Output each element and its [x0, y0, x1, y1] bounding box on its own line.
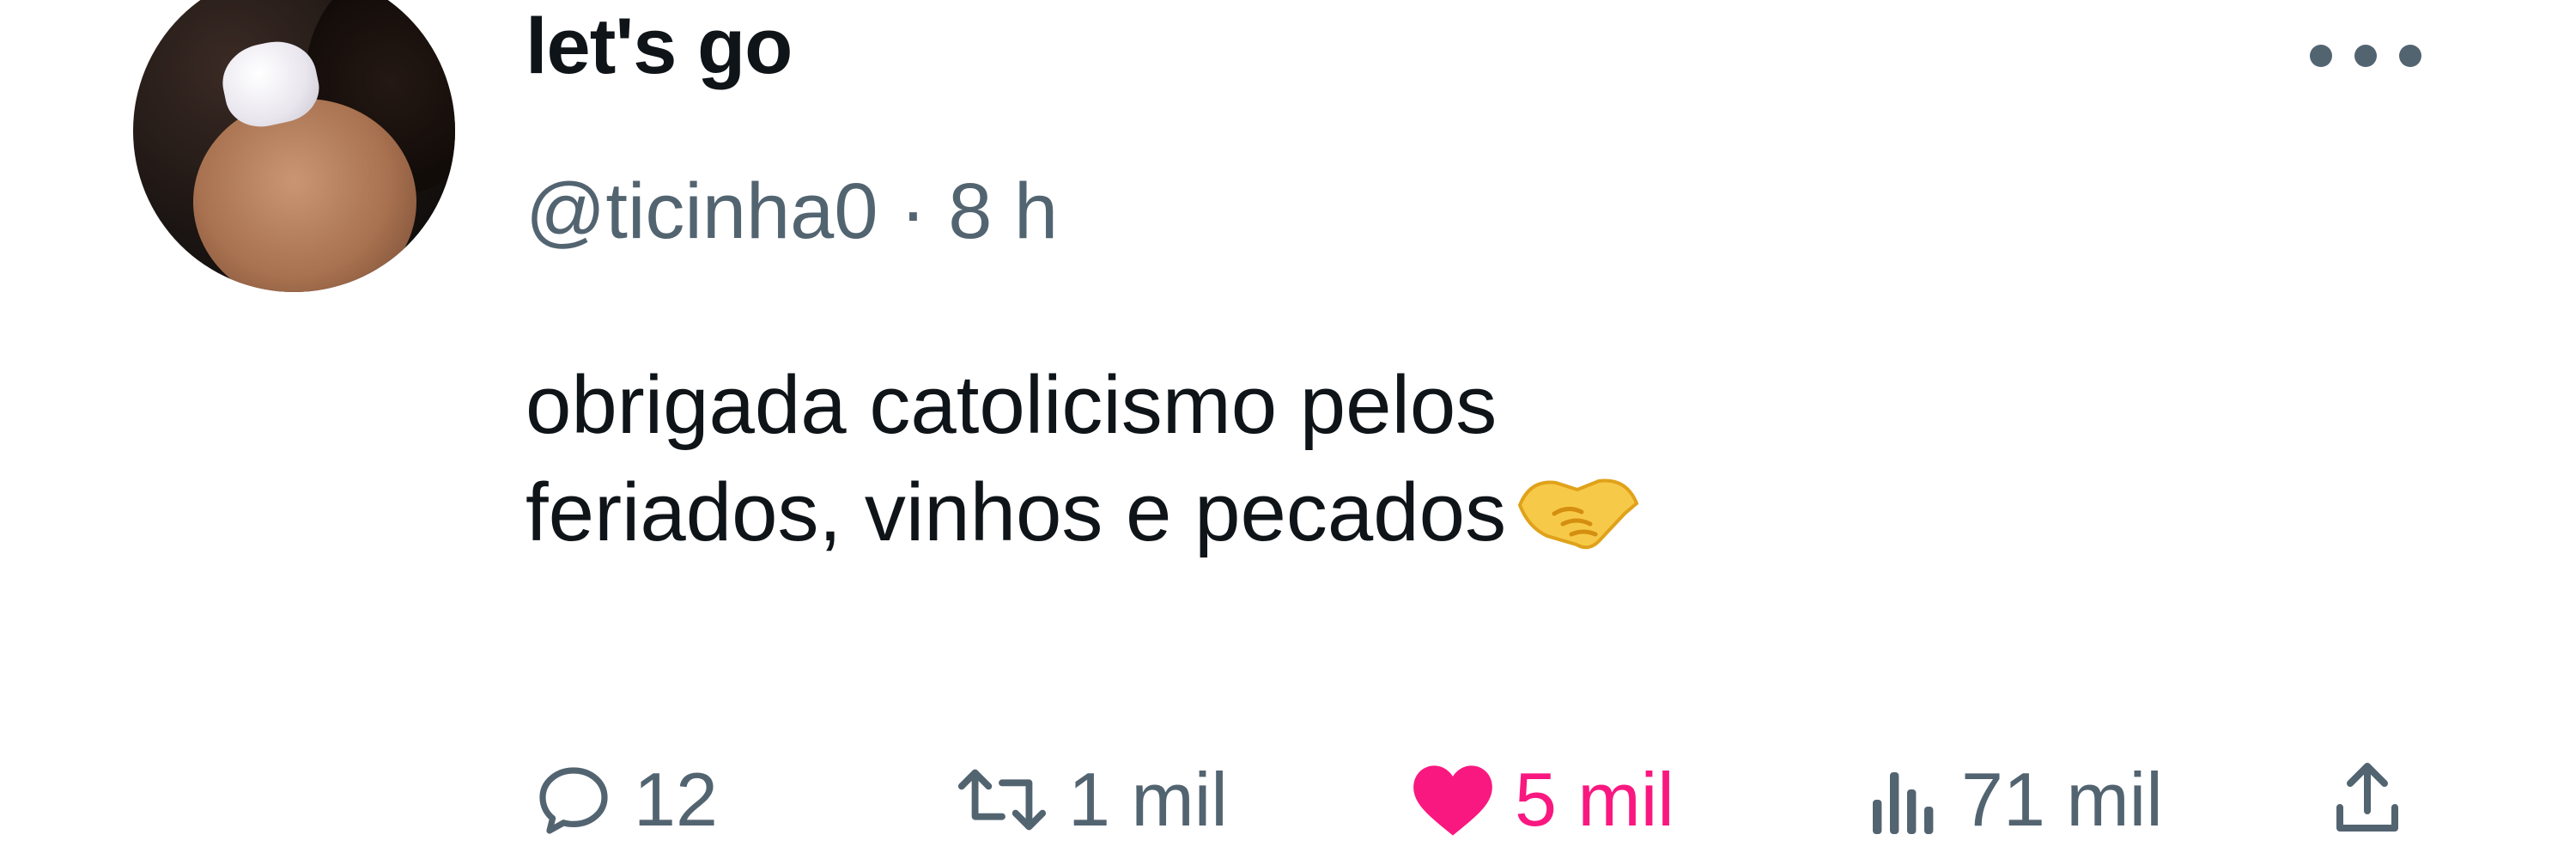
more-options-icon[interactable] [2310, 45, 2430, 70]
views-button[interactable]: 71 mil [1865, 756, 2163, 844]
timestamp[interactable]: 8 h [948, 168, 1058, 255]
retweet-button[interactable]: 1 mil [955, 756, 1228, 844]
reply-count: 12 [634, 757, 718, 842]
like-count: 5 mil [1515, 757, 1674, 842]
tweet-text: obrigada catolicismo pelos feriados, vin… [526, 352, 1642, 567]
reply-button[interactable]: 12 [532, 756, 718, 844]
retweet-count: 1 mil [1068, 757, 1228, 842]
tweet-meta: @ticinha0 · 8 h [526, 172, 1058, 251]
tweet[interactable]: let's go @ticinha0 · 8 h obrigada catoli… [0, 0, 2576, 859]
tweet-text-line: obrigada catolicismo pelos [526, 359, 1498, 451]
views-count: 71 mil [1961, 757, 2163, 842]
heart-icon [1410, 758, 1496, 841]
share-button[interactable] [2329, 756, 2406, 838]
share-icon [2329, 756, 2406, 838]
handle[interactable]: @ticinha0 [526, 168, 878, 255]
like-button[interactable]: 5 mil [1410, 756, 1674, 844]
tweet-text-line: feriados, vinhos e pecados [526, 460, 1642, 567]
meta-separator: · [900, 168, 927, 255]
display-name[interactable]: let's go [526, 7, 793, 86]
avatar-face [193, 99, 416, 292]
reply-icon [532, 758, 615, 841]
tweet-actions: 12 1 mil 5 mil 71 mil [526, 756, 2500, 859]
avatar[interactable] [133, 0, 455, 292]
handshake-emoji [1513, 462, 1642, 557]
retweet-icon [955, 758, 1049, 841]
views-icon [1865, 758, 1942, 841]
